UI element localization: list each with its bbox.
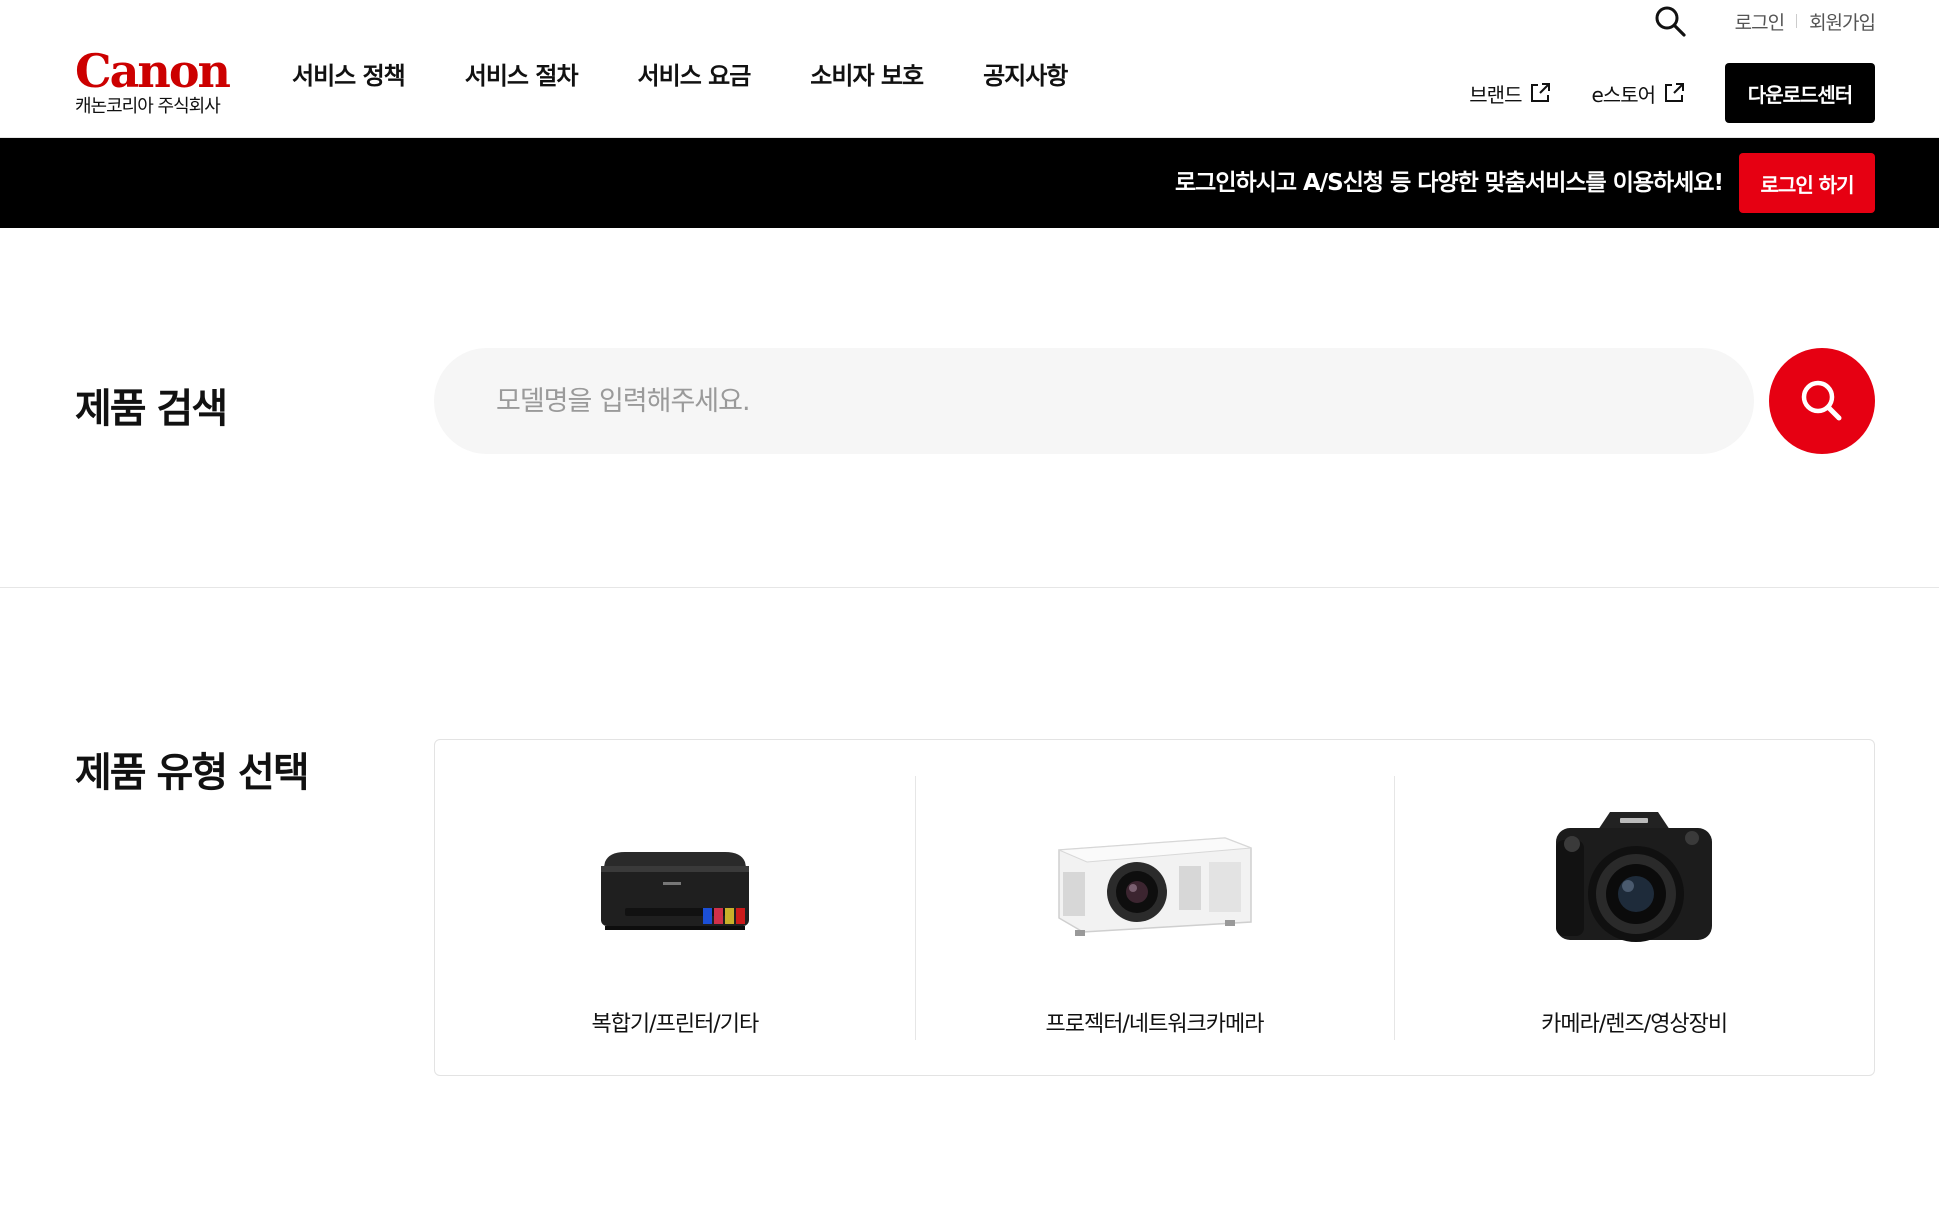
canon-logo[interactable]: Canon 캐논코리아 주식회사 <box>75 48 245 118</box>
nav-item-service-fee[interactable]: 서비스 요금 <box>638 58 752 94</box>
product-type-label: 카메라/렌즈/영상장비 <box>1541 1012 1728 1037</box>
brand-link-label: 브랜드 <box>1469 82 1522 107</box>
estore-link-label: e스토어 <box>1591 82 1656 107</box>
brand-link[interactable]: 브랜드 <box>1469 79 1551 108</box>
login-link[interactable]: 로그인 <box>1735 8 1785 35</box>
projector-icon <box>1057 837 1252 936</box>
product-type-label: 복합기/프린터/기타 <box>591 1012 759 1037</box>
printer-icon <box>600 852 749 930</box>
header-actions: 브랜드 e스토어 다운로드센터 <box>1469 63 1875 123</box>
product-type-label: 프로젝터/네트워크카메라 <box>1045 1012 1264 1037</box>
product-type-title: 제품 유형 선택 <box>75 750 310 796</box>
product-type-panel: 복합기/프린터/기타 프로젝터/네트워크카메라 카메라/렌즈/영상장비 <box>434 739 1875 1076</box>
logo-wordmark: Canon <box>75 44 231 98</box>
search-icon <box>1801 380 1842 421</box>
download-center-button[interactable]: 다운로드센터 <box>1725 63 1875 123</box>
nav-item-consumer-protection[interactable]: 소비자 보호 <box>810 58 924 94</box>
product-type-camera[interactable]: 카메라/렌즈/영상장비 <box>1394 740 1874 1075</box>
product-type-printer[interactable]: 복합기/프린터/기타 <box>435 740 915 1075</box>
nav-item-notice[interactable]: 공지사항 <box>983 58 1068 94</box>
site-header: Canon 캐논코리아 주식회사 서비스 정책 서비스 절차 서비스 요금 소비… <box>0 0 1939 138</box>
camera-icon <box>1556 812 1713 942</box>
login-banner-text: 로그인하시고 A/S신청 등 다양한 맞춤서비스를 이용하세요! <box>1175 170 1724 196</box>
banner-login-button[interactable]: 로그인 하기 <box>1739 153 1875 213</box>
login-banner: 로그인하시고 A/S신청 등 다양한 맞춤서비스를 이용하세요! 로그인 하기 <box>0 138 1939 228</box>
signup-link[interactable]: 회원가입 <box>1809 8 1876 35</box>
utility-bar: 로그인 회원가입 <box>1653 4 1876 38</box>
product-search-section: 제품 검색 <box>0 228 1939 588</box>
model-search-input[interactable] <box>434 348 1754 454</box>
product-search-title: 제품 검색 <box>75 386 228 432</box>
search-submit-button[interactable] <box>1769 348 1875 454</box>
utility-divider <box>1796 14 1798 28</box>
logo-subtitle: 캐논코리아 주식회사 <box>75 96 221 117</box>
nav-item-service-procedure[interactable]: 서비스 절차 <box>465 58 579 94</box>
main-navigation: 서비스 정책 서비스 절차 서비스 요금 소비자 보호 공지사항 <box>292 62 1127 112</box>
estore-link[interactable]: e스토어 <box>1591 79 1685 108</box>
nav-item-service-policy[interactable]: 서비스 정책 <box>292 58 406 94</box>
external-link-icon <box>1531 83 1551 102</box>
external-link-icon <box>1665 83 1684 102</box>
product-type-projector[interactable]: 프로젝터/네트워크카메라 <box>914 740 1395 1075</box>
search-icon[interactable] <box>1653 4 1687 38</box>
